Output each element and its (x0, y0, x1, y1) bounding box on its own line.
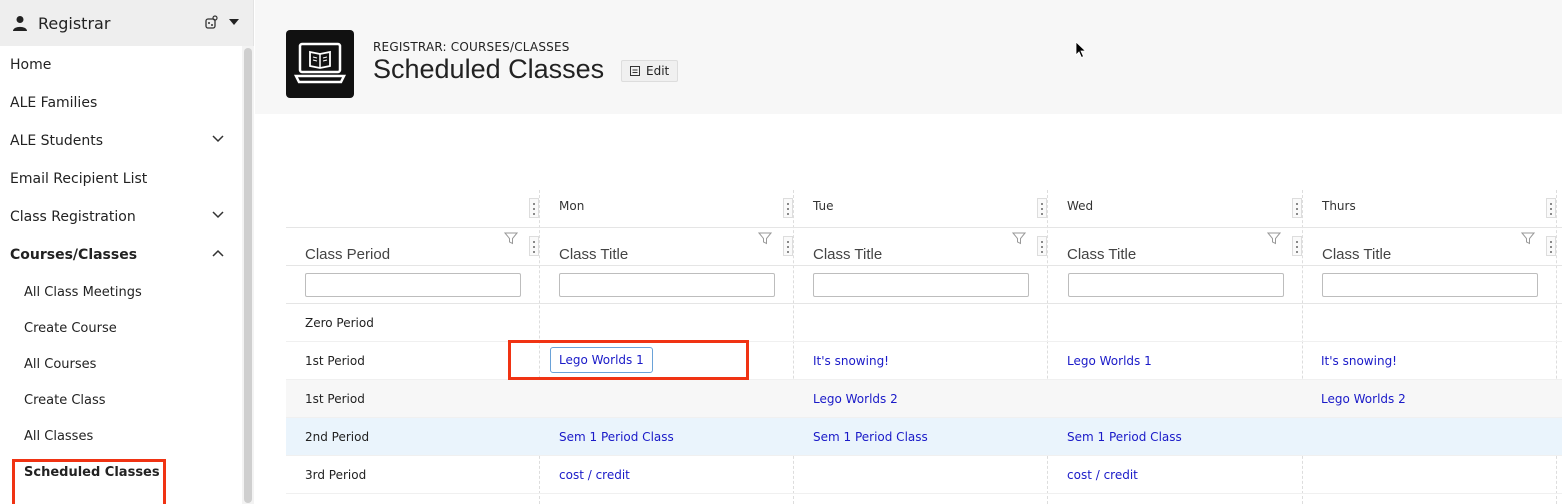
cell-period[interactable]: Zero Period (305, 316, 374, 330)
column-menu-icon[interactable] (529, 198, 539, 218)
cell-class-link-tue[interactable]: Sem 1 Period Class (813, 430, 928, 444)
filter-input-class-title-mon[interactable] (559, 273, 775, 297)
column-menu-icon[interactable] (1292, 198, 1302, 218)
cell-class-link-mon[interactable]: cost / credit (559, 468, 630, 482)
cell-class-link-tue[interactable]: Lego Worlds 2 (813, 392, 898, 406)
sidebar-subitem-create-class[interactable]: Create Class (0, 382, 242, 418)
column-menu-icon[interactable] (1292, 236, 1302, 256)
chevron-up-icon (212, 249, 224, 257)
day-header-thurs: Thurs (1322, 199, 1356, 213)
mouse-cursor-icon (1075, 41, 1087, 59)
highlight-box-cell (508, 340, 749, 380)
app-icon (286, 30, 354, 98)
sidebar-item-email-recipient-list[interactable]: Email Recipient List (0, 160, 242, 198)
sidebar-item-label: ALE Families (10, 95, 98, 111)
column-menu-icon[interactable] (529, 236, 539, 256)
cell-class-link-wed[interactable]: cost / credit (1067, 468, 1138, 482)
sidebar-item-courses-classes[interactable]: Courses/Classes (0, 236, 242, 274)
sidebar-subitem-all-courses[interactable]: All Courses (0, 346, 242, 382)
laptop-book-icon (293, 42, 347, 84)
chevron-down-icon (212, 211, 224, 219)
sidebar-item-label: ALE Students (10, 133, 104, 149)
page-title: Scheduled Classes (373, 54, 605, 84)
edit-button[interactable]: Edit (621, 60, 679, 82)
column-header-class-period[interactable]: Class Period (305, 246, 390, 263)
cell-class-link-wed[interactable]: Sem 1 Period Class (1067, 430, 1182, 444)
cell-period[interactable]: 1st Period (305, 392, 365, 406)
dropdown-caret-icon[interactable] (229, 19, 239, 25)
column-menu-icon[interactable] (783, 236, 793, 256)
filter-input-class-title-tue[interactable] (813, 273, 1029, 297)
sidebar-item-class-registration[interactable]: Class Registration (0, 198, 242, 236)
page-header: REGISTRAR: COURSES/CLASSES Scheduled Cla… (255, 0, 1562, 114)
filter-row (286, 266, 1562, 304)
cell-period[interactable]: 2nd Period (305, 430, 369, 444)
filter-icon[interactable] (1521, 232, 1535, 245)
filter-icon[interactable] (758, 232, 772, 245)
column-header-class-title-thurs[interactable]: Class Title (1322, 246, 1391, 263)
column-menu-icon[interactable] (1037, 236, 1047, 256)
sidebar-item-label: Create Class (24, 392, 106, 408)
column-menu-icon[interactable] (1546, 236, 1556, 256)
header-row-columns: Class Period Class Title Class Title Cla… (286, 228, 1562, 266)
table-row[interactable]: 1st Period Lego Worlds 1 It's snowing! L… (286, 342, 1562, 380)
column-header-class-title-wed[interactable]: Class Title (1067, 246, 1136, 263)
sidebar-item-label: Class Registration (10, 209, 136, 225)
sidebar-title: Registrar (38, 13, 111, 33)
cell-class-link-mon[interactable]: Sem 1 Period Class (559, 430, 674, 444)
edit-button-label: Edit (646, 64, 670, 78)
filter-input-class-title-thurs[interactable] (1322, 273, 1538, 297)
column-menu-icon[interactable] (1037, 198, 1047, 218)
column-menu-icon[interactable] (783, 198, 793, 218)
breadcrumb: REGISTRAR: COURSES/CLASSES (373, 40, 570, 54)
sidebar-subitem-create-course[interactable]: Create Course (0, 310, 242, 346)
filter-icon[interactable] (1267, 232, 1281, 245)
cell-class-link-wed[interactable]: Lego Worlds 1 (1067, 354, 1152, 368)
table-row[interactable]: 2nd Period Sem 1 Period Class Sem 1 Peri… (286, 418, 1562, 456)
sidebar-subitem-all-classes[interactable]: All Classes (0, 418, 242, 454)
day-header-wed: Wed (1067, 199, 1094, 213)
sidebar-subitem-all-class-meetings[interactable]: All Class Meetings (0, 274, 242, 310)
sidebar-scrollbar[interactable] (242, 46, 254, 504)
filter-input-class-period[interactable] (305, 273, 521, 297)
scrollbar-thumb[interactable] (244, 48, 252, 503)
table-row[interactable]: 3rd Period cost / credit cost / credit (286, 456, 1562, 494)
cell-class-link-thurs[interactable]: Lego Worlds 2 (1321, 392, 1406, 406)
cell-class-link-thurs[interactable]: It's snowing! (1321, 354, 1397, 368)
table-row[interactable]: 1st Period Lego Worlds 2 Lego Worlds 2 (286, 380, 1562, 418)
filter-input-class-title-wed[interactable] (1068, 273, 1284, 297)
highlight-box-sidebar (12, 459, 166, 504)
sidebar-header[interactable]: Registrar (0, 0, 253, 46)
sidebar-nav: Home ALE Families ALE Students Email Rec… (0, 46, 242, 490)
filter-icon[interactable] (504, 232, 518, 245)
share-icon[interactable] (203, 14, 219, 30)
day-header-tue: Tue (813, 199, 834, 213)
sidebar-item-label: All Courses (24, 356, 97, 372)
cell-period[interactable]: 1st Period (305, 354, 365, 368)
cell-period[interactable]: 3rd Period (305, 468, 366, 482)
sidebar-item-home[interactable]: Home (0, 46, 242, 84)
table-row[interactable]: Zero Period (286, 304, 1562, 342)
sidebar-item-ale-families[interactable]: ALE Families (0, 84, 242, 122)
sidebar-item-label: Home (10, 57, 52, 73)
sidebar-item-label: All Classes (24, 428, 94, 444)
column-menu-icon[interactable] (1546, 198, 1556, 218)
chevron-down-icon (212, 135, 224, 143)
cell-class-link-tue[interactable]: It's snowing! (813, 354, 889, 368)
sidebar-item-label: Courses/Classes (10, 247, 138, 263)
user-icon (13, 16, 27, 31)
day-header-mon: Mon (559, 199, 585, 213)
header-row-days: Mon Tue Wed Thurs (286, 190, 1562, 228)
column-header-class-title-mon[interactable]: Class Title (559, 246, 628, 263)
main-content: REGISTRAR: COURSES/CLASSES Scheduled Cla… (255, 0, 1562, 504)
sidebar-item-label: All Class Meetings (24, 284, 142, 300)
sidebar-item-label: Create Course (24, 320, 117, 336)
sidebar-item-ale-students[interactable]: ALE Students (0, 122, 242, 160)
column-header-class-title-tue[interactable]: Class Title (813, 246, 882, 263)
sidebar: Registrar Home ALE Families ALE Students… (0, 0, 254, 504)
filter-icon[interactable] (1012, 232, 1026, 245)
edit-icon (630, 66, 640, 76)
sidebar-item-label: Email Recipient List (10, 171, 148, 187)
scheduled-classes-grid: Mon Tue Wed Thurs Class Period Class Tit… (286, 190, 1562, 504)
